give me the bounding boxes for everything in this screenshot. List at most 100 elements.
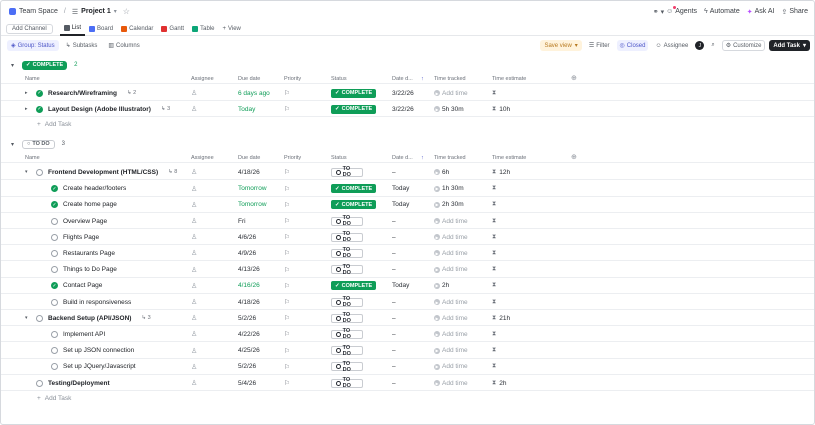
time-tracked-cell[interactable]: ▶ Add time [434,375,468,391]
priority-cell[interactable]: ⚐ [284,245,290,261]
time-tracked-cell[interactable]: ▶ 2h 30m [434,197,464,213]
time-estimate-cell[interactable]: ⧗ [492,278,496,294]
status-cell[interactable]: TO DO [331,245,363,261]
table-row[interactable]: Restaurants Page ♙ 4/9/26 ⚐ TO DO – ▶ Add time ⧗ [1,245,814,262]
assignee-cell[interactable]: ♙ [191,245,197,261]
time-estimate-cell[interactable]: ⧗ [492,229,496,245]
tab-gantt[interactable]: Gantt [157,22,188,36]
circle-icon[interactable] [36,314,43,322]
assignee-cell[interactable]: ♙ [191,85,197,101]
due-date[interactable]: Fri [238,213,246,229]
subtask-count[interactable]: ↳ 3 [141,315,150,321]
share-button[interactable]: ⇪ Share [781,8,808,16]
agents-button[interactable]: ⚭ ▾ ☺ Agents [653,6,697,16]
chevron-down-icon[interactable]: ▾ [11,62,17,69]
status-pill[interactable]: TO DO [331,312,363,324]
table-row[interactable]: Overview Page ♙ Fri ⚐ TO DO – ▶ Add time ⧗ [1,213,814,229]
time-estimate-cell[interactable]: ⧗ 2h [492,375,506,391]
add-task-row[interactable]: + Add Task [37,117,71,131]
time-estimate-cell[interactable]: ⧗ [492,359,496,375]
assignee-cell[interactable]: ♙ [191,181,197,197]
table-row[interactable]: ▸ ✓ Layout Design (Adobe Illustrator) ↳ 3 ♙ T… [1,101,814,118]
assignee-cell[interactable]: ♙ [191,229,197,245]
time-tracked-cell[interactable]: ▶ Add time [434,294,468,310]
status-pill[interactable]: TO DO [331,264,363,276]
automate-button[interactable]: ϟ Automate [704,8,740,15]
time-tracked-cell[interactable]: ▶ 6h [434,164,449,180]
time-estimate-cell[interactable]: ⧗ [492,85,496,101]
status-pill[interactable]: ✓ COMPLETE [331,200,376,210]
priority-cell[interactable]: ⚐ [284,326,290,342]
status-pill[interactable]: TO DO [331,166,363,178]
task-name[interactable]: Research/Wireframing [48,90,117,97]
column-date_done[interactable]: Date d... [392,76,413,82]
task-name[interactable]: Layout Design (Adobe Illustrator) [48,106,151,113]
task-name[interactable]: Implement API [63,331,105,338]
status-cell[interactable]: TO DO [331,262,363,278]
breadcrumb-space[interactable]: Team Space [19,8,58,15]
tab-list[interactable]: List [59,22,86,36]
priority-cell[interactable]: ⚐ [284,375,290,391]
breadcrumb-project[interactable]: Project 1 [81,8,111,15]
task-name[interactable]: Restaurants Page [63,250,115,257]
add-view-button[interactable]: + View [218,22,244,36]
subtask-count[interactable]: ↳ 3 [161,106,170,112]
task-name[interactable]: Overview Page [63,218,107,225]
column-name[interactable]: Name [25,76,40,82]
chevron-down-icon[interactable]: ▾ [25,315,31,321]
status-pill[interactable]: ✓ COMPLETE [331,104,376,114]
circle-icon[interactable] [51,266,58,274]
priority-cell[interactable]: ⚐ [284,181,290,197]
status-cell[interactable]: ✓ COMPLETE [331,197,376,213]
column-priority[interactable]: Priority [284,76,301,82]
check-circle-icon[interactable]: ✓ [51,282,58,290]
time-estimate-cell[interactable]: ⧗ [492,326,496,342]
time-estimate-cell[interactable]: ⧗ [492,343,496,359]
time-estimate-cell[interactable]: ⧗ 21h [492,310,510,326]
task-name[interactable]: Backend Setup (API/JSON) [48,315,131,322]
closed-toggle[interactable]: ◎ Closed [616,40,649,51]
task-name[interactable]: Create header/footers [63,185,126,192]
due-date[interactable]: Today [238,101,255,117]
table-row[interactable]: ▾ Backend Setup (API/JSON) ↳ 3 ♙ 5/2/26 ⚐ TO D… [1,310,814,327]
time-tracked-cell[interactable]: ▶ Add time [434,85,468,101]
ask-ai-button[interactable]: ✦ Ask AI [747,8,775,16]
column-assignee[interactable]: Assignee [191,76,214,82]
time-tracked-cell[interactable]: ▶ Add time [434,359,468,375]
time-estimate-cell[interactable]: ⧗ [492,245,496,261]
priority-cell[interactable]: ⚐ [284,197,290,213]
assignee-cell[interactable]: ♙ [191,343,197,359]
due-date[interactable]: 6 days ago [238,85,270,101]
circle-icon[interactable] [36,379,43,387]
circle-icon[interactable] [51,249,58,257]
columns-button[interactable]: ▥ Columns [104,40,143,51]
assignee-cell[interactable]: ♙ [191,164,197,180]
status-pill[interactable]: TO DO [331,361,363,373]
due-date[interactable]: 4/18/26 [238,164,260,180]
priority-cell[interactable]: ⚐ [284,85,290,101]
priority-cell[interactable]: ⚐ [284,101,290,117]
assignee-filter-button[interactable]: ☺ Assignee [652,40,691,51]
assignee-cell[interactable]: ♙ [191,359,197,375]
chevron-down-icon[interactable]: ▾ [11,141,17,148]
circle-icon[interactable] [51,330,58,338]
priority-cell[interactable]: ⚐ [284,213,290,229]
task-name[interactable]: Build in responsiveness [63,299,131,306]
group-by-button[interactable]: ◈ Group: Status [7,40,59,51]
time-estimate-cell[interactable]: ⧗ 12h [492,164,510,180]
column-estimate[interactable]: Time estimate [492,76,526,82]
time-tracked-cell[interactable]: ▶ Add time [434,310,468,326]
due-date[interactable]: 4/6/26 [238,229,256,245]
task-name[interactable]: Set up JQuery/Javascript [63,363,136,370]
status-cell[interactable]: TO DO [331,164,363,180]
column-name[interactable]: Name [25,155,40,161]
task-name[interactable]: Flights Page [63,234,99,241]
add-task-button[interactable]: Add Task ▾ [769,40,810,51]
column-priority[interactable]: Priority [284,155,301,161]
check-circle-icon[interactable]: ✓ [36,89,43,97]
column-due[interactable]: Due date [238,76,260,82]
table-row[interactable]: Set up JSON connection ♙ 4/25/26 ⚐ TO DO – ▶ Ad… [1,343,814,359]
task-name[interactable]: Create home page [63,201,117,208]
time-tracked-cell[interactable]: ▶ Add time [434,213,468,229]
status-cell[interactable]: ✓ COMPLETE [331,85,376,101]
